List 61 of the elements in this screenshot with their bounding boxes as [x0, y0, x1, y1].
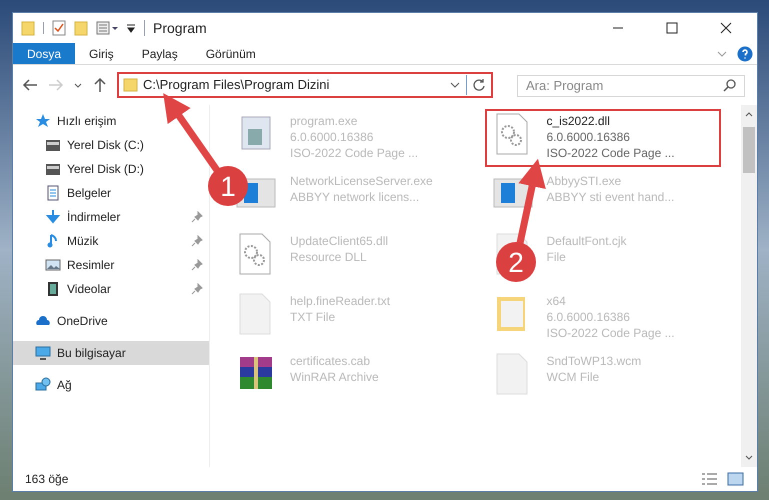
- refresh-icon[interactable]: [471, 77, 487, 93]
- file-detail: WCM File: [546, 369, 600, 385]
- properties-icon[interactable]: [96, 20, 118, 36]
- drive-icon: [45, 137, 61, 153]
- address-path: C:\Program Files\Program Dizini: [143, 76, 330, 94]
- drive-icon: [45, 161, 61, 177]
- video-icon: [45, 281, 61, 297]
- file-detail: ABBYY sti event hand...: [546, 189, 674, 205]
- download-icon: [45, 209, 61, 225]
- address-bar[interactable]: C:\Program Files\Program Dizini: [117, 72, 493, 98]
- checklist-icon[interactable]: [52, 20, 66, 36]
- file-detail: File: [546, 249, 567, 265]
- file-detail: ABBYY network licens...: [290, 189, 420, 205]
- step-badge: [208, 166, 248, 206]
- picture-icon: [45, 257, 61, 273]
- search-icon: [723, 78, 737, 92]
- pin-icon[interactable]: [191, 211, 203, 223]
- sidebar-item[interactable]: Yerel Disk (D:): [13, 157, 209, 181]
- item-count: 163 öğe: [25, 471, 68, 488]
- sidebar-item[interactable]: Hızlı erişim: [13, 109, 209, 133]
- step-badge: [496, 242, 536, 282]
- network-icon: [35, 377, 51, 393]
- file-detail: TXT File: [290, 309, 336, 325]
- pin-icon[interactable]: [191, 235, 203, 247]
- sidebar-item[interactable]: İndirmeler: [13, 205, 209, 229]
- sidebar-item[interactable]: Yerel Disk (C:): [13, 133, 209, 157]
- file-detail: 6.0.6000.16386: [290, 129, 374, 145]
- ribbon-tab[interactable]: Dosya: [13, 43, 76, 64]
- help-icon[interactable]: [737, 46, 753, 62]
- file-detail: ISO-2022 Code Page ...: [546, 325, 675, 341]
- sidebar-item[interactable]: Bu bilgisayar: [13, 341, 209, 365]
- ribbon-tab[interactable]: Giriş: [75, 43, 128, 64]
- window-title: Program: [153, 18, 207, 38]
- star-icon: [35, 113, 51, 129]
- sidebar-item[interactable]: Videolar: [13, 277, 209, 301]
- file-detail: WinRAR Archive: [290, 369, 379, 385]
- step-number: 2: [508, 247, 524, 278]
- ribbon-tab[interactable]: Görünüm: [192, 43, 270, 64]
- file-detail: ISO-2022 Code Page ...: [290, 145, 418, 161]
- file-name[interactable]: c_is2022.dll: [546, 113, 675, 129]
- computer-icon: [35, 345, 51, 361]
- file-detail: Resource DLL: [290, 249, 368, 265]
- sidebar-item[interactable]: Ağ: [13, 373, 209, 397]
- pin-icon[interactable]: [191, 259, 203, 271]
- pin-icon[interactable]: [191, 283, 203, 295]
- scrollbar-thumb[interactable]: [743, 127, 755, 173]
- document-icon: [45, 185, 61, 201]
- search-field[interactable]: Ara: Program: [517, 74, 745, 96]
- file-detail: 6.0.6000.16386: [546, 309, 631, 325]
- file-detail: 6.0.6000.16386: [546, 129, 631, 145]
- step-number: 1: [220, 171, 236, 202]
- folder-icon: [123, 78, 139, 92]
- scrollbar[interactable]: [741, 105, 757, 467]
- sidebar-item[interactable]: Müzik: [13, 229, 209, 253]
- sidebar-item[interactable]: OneDrive: [13, 309, 209, 333]
- ribbon-tab[interactable]: Paylaş: [128, 43, 192, 64]
- details-view-icon[interactable]: [701, 472, 719, 486]
- sidebar-item[interactable]: Belgeler: [13, 181, 209, 205]
- large-icons-view-icon[interactable]: [727, 472, 745, 486]
- sidebar-item[interactable]: Resimler: [13, 253, 209, 277]
- file-detail: ISO-2022 Code Page ...: [546, 145, 675, 161]
